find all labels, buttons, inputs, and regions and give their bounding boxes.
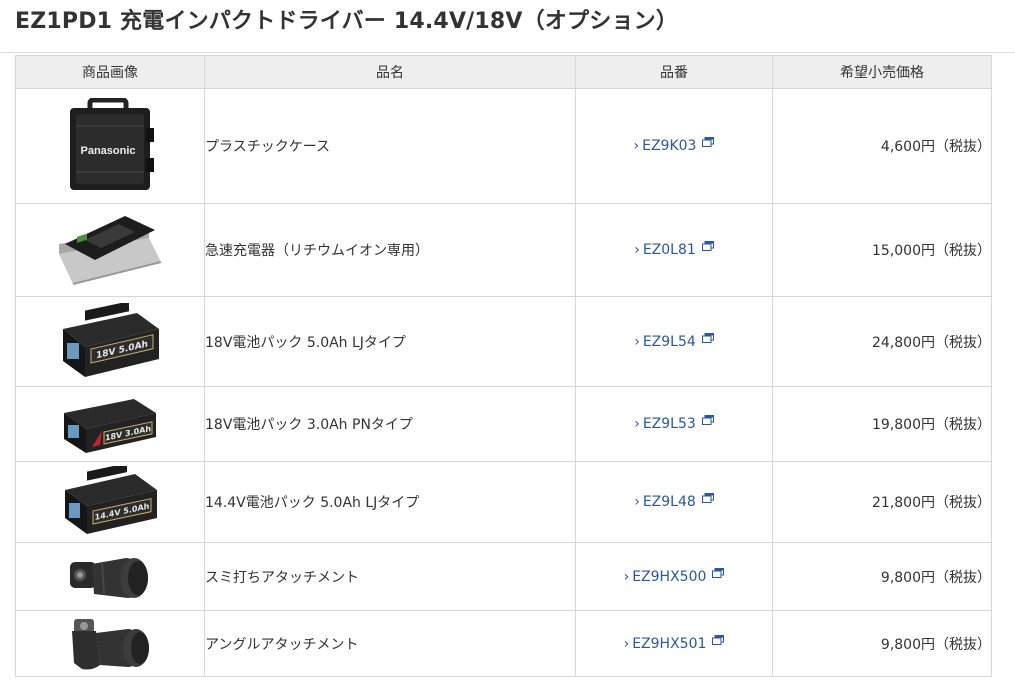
product-price: 4,600円（税抜） [772, 88, 992, 204]
product-code: EZ9K03 [642, 138, 697, 154]
product-code: EZ9HX500 [632, 568, 707, 585]
product-price: 21,800円（税抜） [772, 461, 992, 543]
product-code-cell: › EZ9L53 [575, 386, 773, 462]
product-name: プラスチックケース [204, 88, 576, 204]
battery-pack-image: 18V 5.0Ah [63, 302, 159, 377]
product-code-link[interactable]: › EZ9L53 [634, 415, 714, 432]
table-row: 18V 3.0Ah 18V電池パック 3.0Ah PNタイプ › EZ9L53 … [15, 386, 992, 462]
product-name: 18V電池パック 5.0Ah LJタイプ [204, 296, 576, 387]
external-window-icon [712, 567, 725, 578]
product-name: アングルアタッチメント [204, 610, 576, 677]
chevron-right-icon: › [623, 568, 630, 585]
external-window-icon [701, 241, 714, 251]
external-window-icon [712, 634, 725, 645]
product-image-cell: 18V 3.0Ah [15, 386, 205, 462]
product-code-link[interactable]: › EZ9L48 [634, 493, 714, 510]
product-code: EZ9L48 [642, 494, 696, 510]
external-window-icon [701, 415, 714, 425]
product-code-link[interactable]: › EZ0L81 [634, 241, 714, 258]
case-logo-text: Panasonic [80, 145, 135, 157]
table-header-row: 商品画像 品名 品番 希望小売価格 [15, 55, 992, 89]
chevron-right-icon: › [634, 494, 640, 510]
product-image-cell: Panasonic [15, 88, 205, 204]
header-product-image: 商品画像 [15, 55, 205, 89]
chevron-right-icon: › [634, 242, 640, 258]
page-title: EZ1PD1 充電インパクトドライバー 14.4V/18V（オプション） [15, 9, 679, 34]
table-row: Panasonic プラスチックケース › EZ9K03 4,600円（税抜） [15, 88, 992, 204]
corner-attachment-image [70, 557, 148, 598]
angle-attachment-image [72, 618, 149, 669]
chevron-right-icon: › [623, 635, 630, 652]
header-retail-price: 希望小売価格 [772, 55, 992, 89]
product-code-link[interactable]: › EZ9HX501 [623, 634, 725, 652]
title-divider [0, 52, 1015, 53]
charger-image [59, 216, 162, 285]
battery-pack-image: 14.4V 5.0Ah [65, 466, 157, 534]
product-code-cell: › EZ0L81 [575, 203, 773, 297]
product-code-link[interactable]: › EZ9K03 [633, 137, 715, 154]
battery-pack-image: 18V 3.0Ah [64, 399, 156, 453]
product-code: EZ0L81 [642, 242, 696, 258]
product-image-cell: 18V 5.0Ah [15, 296, 205, 387]
plastic-case-image: Panasonic [70, 98, 154, 190]
product-code-cell: › EZ9L48 [575, 461, 773, 543]
product-price: 9,800円（税抜） [772, 542, 992, 611]
table-row: 急速充電器（リチウムイオン専用） › EZ0L81 15,000円（税抜） [15, 203, 992, 297]
product-code-cell: › EZ9HX501 [575, 610, 773, 677]
options-table: 商品画像 品名 品番 希望小売価格 Panasonic プラスチックケース › … [15, 55, 992, 677]
product-code-link[interactable]: › EZ9HX500 [623, 567, 725, 585]
product-name: 急速充電器（リチウムイオン専用） [204, 203, 576, 297]
product-name: スミ打ちアタッチメント [204, 542, 576, 611]
product-name: 18V電池パック 3.0Ah PNタイプ [204, 386, 576, 462]
product-code-cell: › EZ9HX500 [575, 542, 773, 611]
external-window-icon [701, 493, 714, 503]
product-price: 15,000円（税抜） [772, 203, 992, 297]
table-row: 14.4V 5.0Ah 14.4V電池パック 5.0Ah LJタイプ › EZ9… [15, 461, 992, 543]
table-row: アングルアタッチメント › EZ9HX501 9,800円（税抜） [15, 610, 992, 677]
product-code-cell: › EZ9L54 [575, 296, 773, 387]
product-image-cell [15, 610, 205, 677]
external-window-icon [702, 137, 715, 147]
product-code: EZ9L54 [642, 333, 696, 350]
product-code-cell: › EZ9K03 [575, 88, 773, 204]
product-image-cell: 14.4V 5.0Ah [15, 461, 205, 543]
product-code: EZ9HX501 [632, 635, 707, 652]
table-row: 18V 5.0Ah 18V電池パック 5.0Ah LJタイプ › EZ9L54 … [15, 296, 992, 387]
chevron-right-icon: › [634, 416, 640, 432]
header-product-name: 品名 [204, 55, 576, 89]
external-window-icon [701, 332, 714, 343]
product-price: 9,800円（税抜） [772, 610, 992, 677]
chevron-right-icon: › [634, 333, 640, 350]
header-product-code: 品番 [575, 55, 773, 89]
chevron-right-icon: › [633, 138, 640, 154]
product-image-cell [15, 542, 205, 611]
product-code-link[interactable]: › EZ9L54 [634, 332, 714, 350]
product-price: 19,800円（税抜） [772, 386, 992, 462]
product-image-cell [15, 203, 205, 297]
table-row: スミ打ちアタッチメント › EZ9HX500 9,800円（税抜） [15, 542, 992, 611]
product-price: 24,800円（税抜） [772, 296, 992, 387]
product-code: EZ9L53 [642, 416, 696, 432]
product-name: 14.4V電池パック 5.0Ah LJタイプ [204, 461, 576, 543]
